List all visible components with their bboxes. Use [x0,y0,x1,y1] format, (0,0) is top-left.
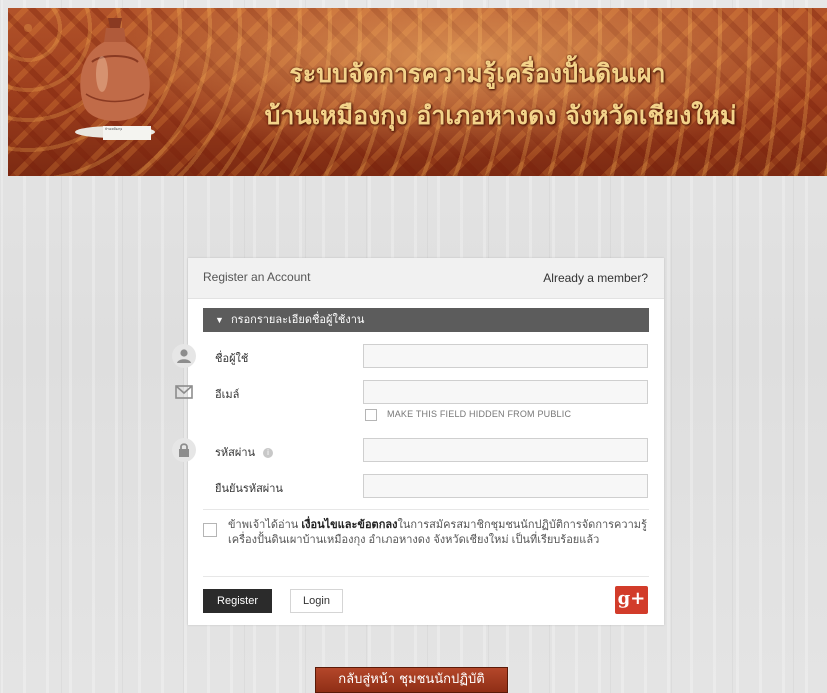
registration-card: Register an Account Already a member? ▼ ก… [172,258,664,625]
envelope-icon [175,385,193,399]
email-label: อีเมล์ [215,389,240,401]
logo-caption: บ้านเหมืองกุง [103,126,151,140]
info-icon[interactable]: i [263,448,274,459]
terms-checkbox[interactable] [203,523,217,537]
site-title-line2: บ้านเหมืองกุง อำเภอหางดง จังหวัดเชียงใหม… [264,101,737,130]
header-banner: บ้านเหมืองกุง ระบบจัดการความรู้เครื่องปั… [8,8,827,176]
pottery-logo-icon [75,18,155,138]
section-toggle[interactable]: ▼ กรอกรายละเอียดชื่อผู้ใช้งาน [203,308,649,332]
email-input[interactable] [363,380,648,404]
password-label-wrap: รหัสผ่าน i [215,443,274,461]
login-button[interactable]: Login [290,589,343,613]
register-button[interactable]: Register [203,589,272,613]
divider [203,576,649,577]
confirm-password-label: ยืนยันรหัสผ่าน [215,483,283,495]
confirm-password-input[interactable] [363,474,648,498]
username-input[interactable] [363,344,648,368]
hide-email-checkbox[interactable] [365,409,377,421]
card-header: Register an Account Already a member? [188,258,664,299]
already-member-link[interactable]: Already a member? [543,271,648,285]
section-title: กรอกรายละเอียดชื่อผู้ใช้งาน [231,314,365,326]
terms-link[interactable]: เงื่อนไขและข้อตกลง [301,519,397,531]
chevron-down-icon: ▼ [215,315,224,325]
divider [203,509,649,510]
site-title-line1: ระบบจัดการความรู้เครื่องปั้นดินเผา [289,59,666,88]
username-label: ชื่อผู้ใช้ [215,353,249,365]
user-icon [172,344,196,368]
google-plus-icon[interactable]: g+ [615,586,648,614]
terms-text: ข้าพเจ้าได้อ่าน เงื่อนไขและข้อตกลงในการส… [228,518,648,548]
register-account-tab[interactable]: Register an Account [203,270,310,284]
back-to-community-button[interactable]: กลับสู่หน้า ชุมชนนักปฏิบัติ [315,667,508,693]
terms-prefix: ข้าพเจ้าได้อ่าน [228,519,302,531]
hide-email-label: MAKE THIS FIELD HIDDEN FROM PUBLIC [387,409,572,419]
password-label: รหัสผ่าน [215,447,256,459]
lock-icon [172,438,196,462]
password-input[interactable] [363,438,648,462]
